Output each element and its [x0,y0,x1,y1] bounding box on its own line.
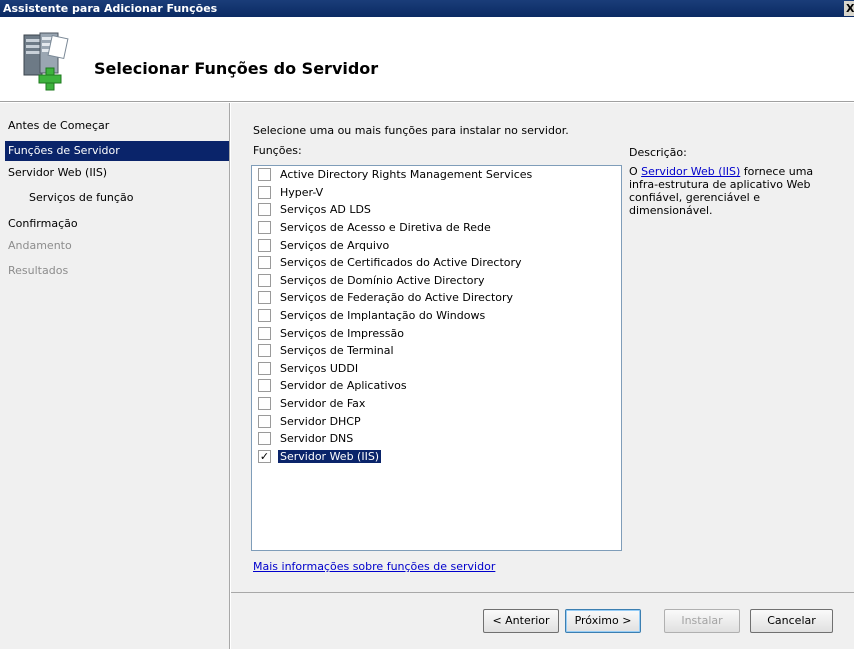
role-label: Serviços AD LDS [280,203,371,217]
role-checkbox[interactable] [258,168,271,182]
description-text: O Servidor Web (IIS) fornece uma infra-e… [629,165,844,217]
role-label: Servidor DHCP [280,414,361,428]
sidebar-item-confirmacao[interactable]: Confirmação [5,214,229,234]
list-item[interactable]: Serviços de Federação do Active Director… [258,289,618,307]
role-label: Serviços de Implantação do Windows [280,309,486,323]
list-item[interactable]: Active Directory Rights Management Servi… [258,166,618,184]
list-item[interactable]: Servidor DNS [258,430,618,448]
role-checkbox[interactable] [258,273,271,287]
list-item[interactable]: Serviços AD LDS [258,201,618,219]
description-link[interactable]: Servidor Web (IIS) [641,165,740,178]
list-item[interactable]: ✓ Servidor Web (IIS) [258,448,618,466]
list-item[interactable]: Serviços de Certificados do Active Direc… [258,254,618,272]
role-checkbox[interactable] [258,344,271,358]
role-checkbox[interactable] [258,203,271,217]
wizard-steps-sidebar: Antes de Começar Funções de Servidor Ser… [0,103,230,649]
role-label: Hyper-V [280,185,324,199]
role-label: Serviços de Acesso e Diretiva de Rede [280,221,491,235]
window-title: Assistente para Adicionar Funções [3,2,218,15]
role-checkbox[interactable] [258,397,271,411]
role-checkbox-checked[interactable]: ✓ [258,449,271,463]
role-label: Servidor DNS [280,432,354,446]
role-label: Active Directory Rights Management Servi… [280,168,533,182]
window-titlebar[interactable]: Assistente para Adicionar Funções X [0,0,854,17]
role-checkbox[interactable] [258,185,271,199]
role-label: Servidor de Aplicativos [280,379,407,393]
roles-label: Funções: [253,144,302,157]
role-checkbox[interactable] [258,326,271,340]
role-label: Serviços de Terminal [280,344,394,358]
role-checkbox[interactable] [258,361,271,375]
role-checkbox[interactable] [258,432,271,446]
roles-listbox[interactable]: Active Directory Rights Management Servi… [251,165,622,551]
role-label: Serviços UDDI [280,361,359,375]
previous-button[interactable]: < Anterior [483,609,559,633]
close-icon[interactable]: X [844,1,854,16]
description-prefix: O [629,165,642,178]
sidebar-item-servicos-de-funcao[interactable]: Serviços de função [5,188,229,208]
role-checkbox[interactable] [258,309,271,323]
sidebar-item-servidor-web[interactable]: Servidor Web (IIS) [5,163,229,183]
list-item[interactable]: Servidor de Fax [258,395,618,413]
role-label: Serviços de Federação do Active Director… [280,291,514,305]
install-button: Instalar [664,609,740,633]
wizard-header: Selecionar Funções do Servidor [0,17,854,102]
role-label: Serviços de Arquivo [280,238,390,252]
page-title: Selecionar Funções do Servidor [94,59,379,78]
role-checkbox[interactable] [258,379,271,393]
more-info-link[interactable]: Mais informações sobre funções de servid… [253,560,495,573]
role-label: Serviços de Impressão [280,326,405,340]
list-item[interactable]: Servidor de Aplicativos [258,377,618,395]
role-checkbox[interactable] [258,414,271,428]
list-item[interactable]: Hyper-V [258,184,618,202]
list-item[interactable]: Serviços de Impressão [258,324,618,342]
role-checkbox[interactable] [258,238,271,252]
wizard-footer: < Anterior Próximo > Instalar Cancelar [231,592,854,649]
list-item[interactable]: Serviços de Terminal [258,342,618,360]
role-label: Serviços de Domínio Active Directory [280,273,485,287]
role-label: Servidor de Fax [280,397,366,411]
list-item[interactable]: Servidor DHCP [258,412,618,430]
sidebar-item-funcoes-de-servidor[interactable]: Funções de Servidor [5,141,229,161]
sidebar-item-resultados: Resultados [8,264,69,277]
role-checkbox[interactable] [258,291,271,305]
list-item[interactable]: Serviços UDDI [258,360,618,378]
main-panel: Selecione uma ou mais funções para insta… [231,103,854,592]
role-checkbox[interactable] [258,256,271,270]
list-item[interactable]: Serviços de Implantação do Windows [258,307,618,325]
list-item[interactable]: Serviços de Acesso e Diretiva de Rede [258,219,618,237]
list-item[interactable]: Serviços de Domínio Active Directory [258,272,618,290]
instruction-text: Selecione uma ou mais funções para insta… [253,124,569,137]
role-label: Serviços de Certificados do Active Direc… [280,256,522,270]
next-button[interactable]: Próximo > [565,609,641,633]
description-label: Descrição: [629,146,687,159]
cancel-button[interactable]: Cancelar [750,609,833,633]
role-label-selected: Servidor Web (IIS) [276,448,383,464]
server-add-icon [23,32,69,91]
list-item[interactable]: Serviços de Arquivo [258,236,618,254]
role-checkbox[interactable] [258,221,271,235]
sidebar-item-andamento: Andamento [8,239,72,252]
sidebar-item-antes-de-comecar[interactable]: Antes de Começar [5,116,229,136]
